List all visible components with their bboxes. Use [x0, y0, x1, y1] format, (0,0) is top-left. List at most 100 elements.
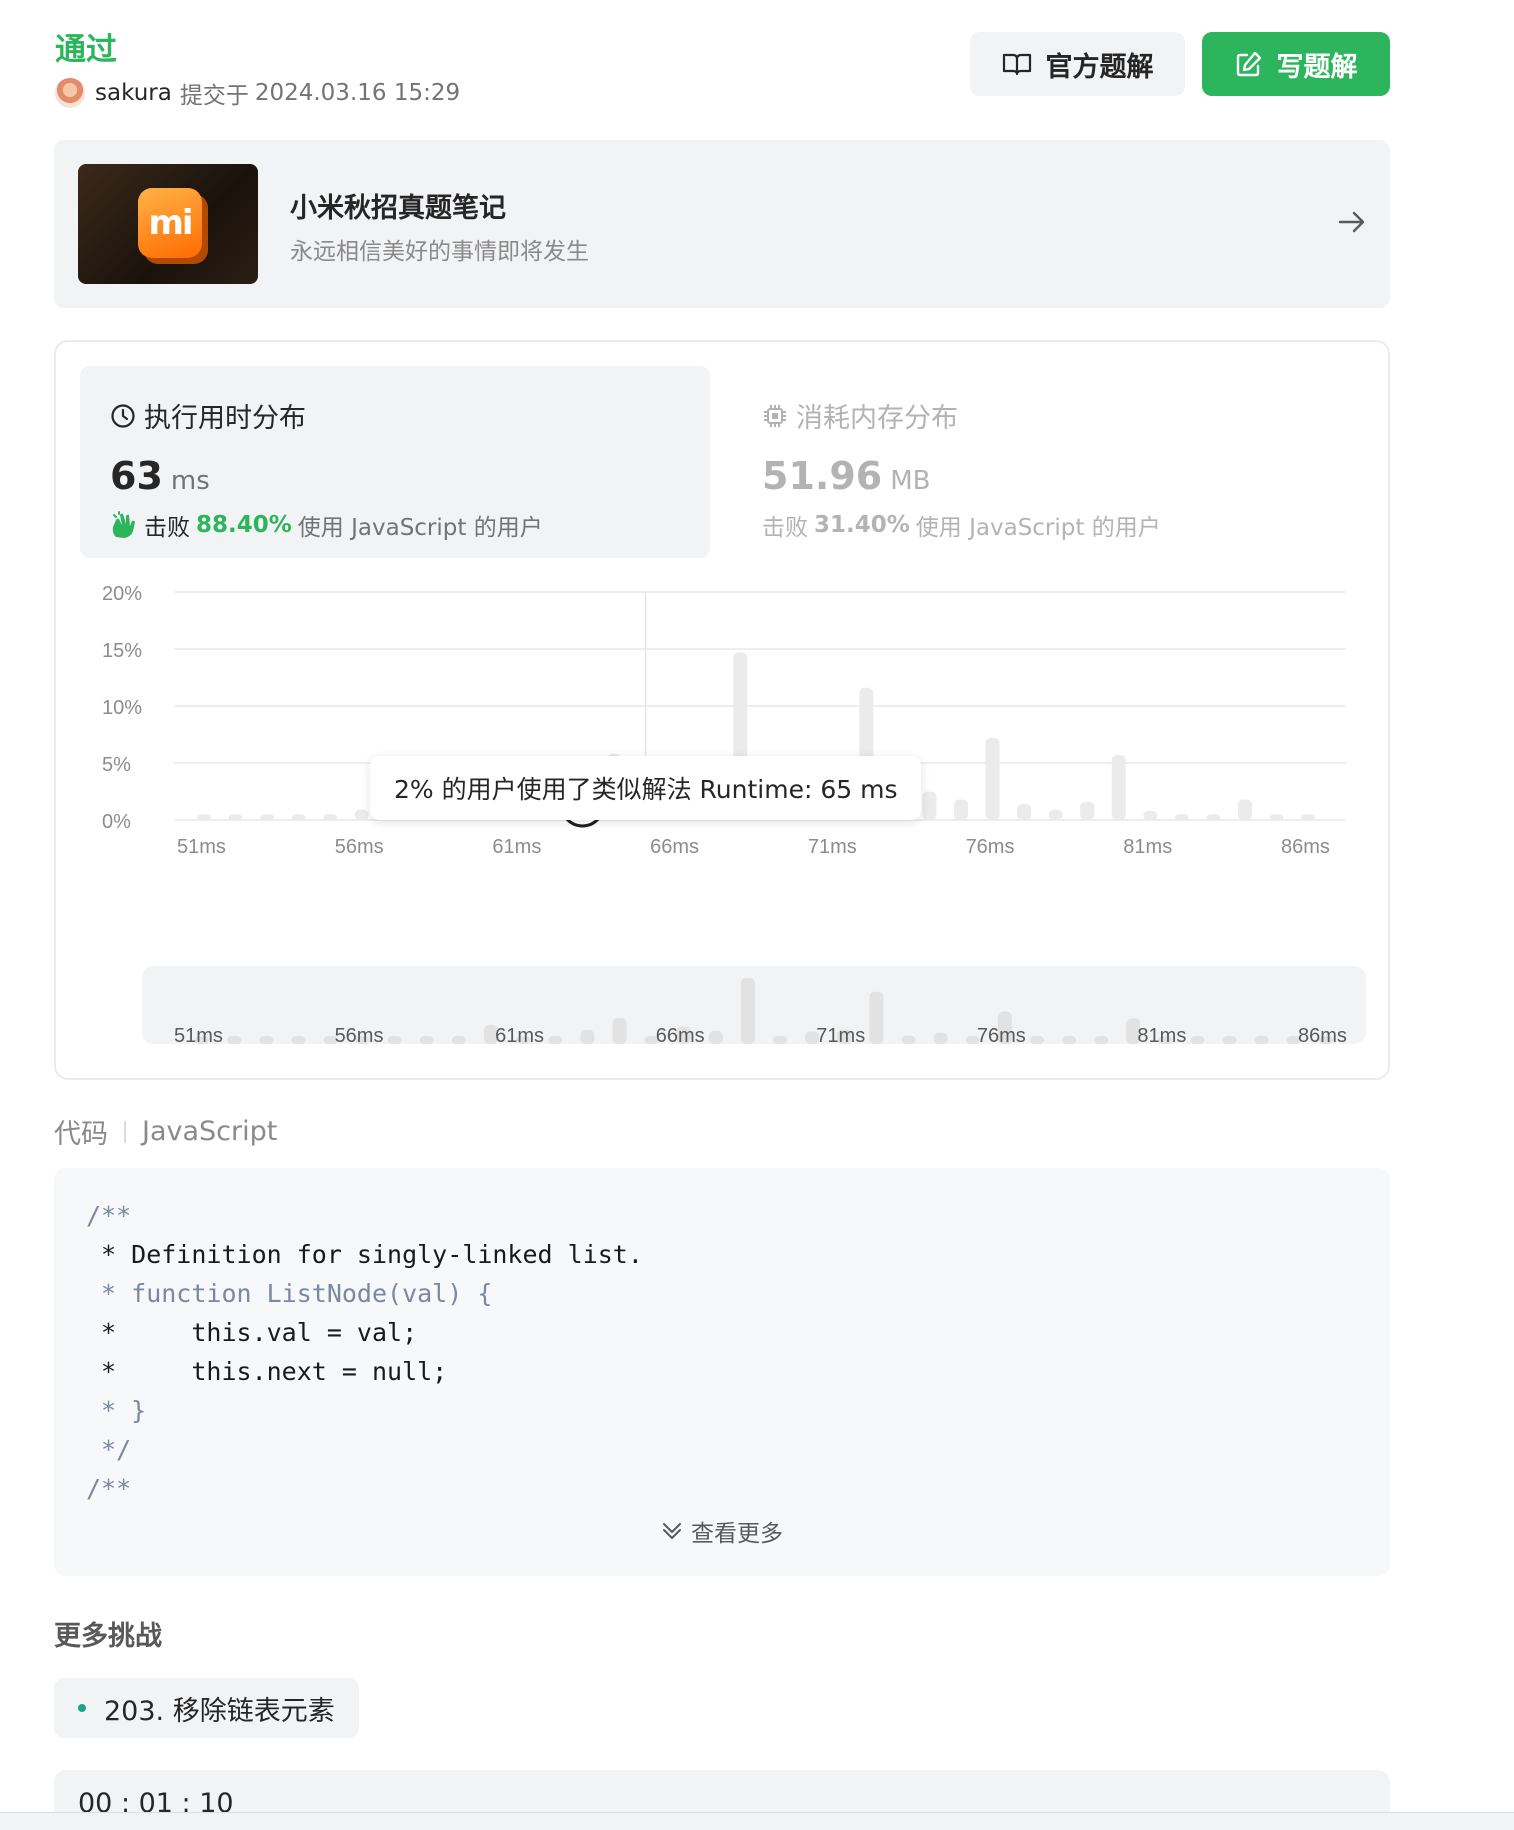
overview-tick-label: 51ms [174, 1025, 223, 1047]
histogram-bar [1080, 801, 1095, 820]
code-lines: /** * Definition for singly-linked list.… [86, 1196, 643, 1508]
runtime-beat-suffix: 使用 JavaScript 的用户 [297, 515, 543, 541]
write-solution-button[interactable]: 写题解 [1202, 32, 1390, 96]
runtime-beat-pct: 88.40% [196, 512, 292, 538]
x-tick-label: 86ms [1281, 836, 1330, 858]
histogram-bar [922, 791, 937, 820]
histogram-bar [1206, 814, 1221, 821]
code-line: /** [86, 1201, 132, 1230]
chevron-double-down-icon [663, 1523, 681, 1539]
runtime-tab[interactable]: 执行用时分布 63 ms 击败 88.40% 使用 JavaScript 的用户 [80, 366, 710, 558]
memory-value: 51.96 MB [762, 454, 930, 498]
y-tick-label: 0% [102, 811, 131, 833]
memory-title: 消耗内存分布 [762, 396, 958, 435]
runtime-distribution-chart[interactable]: 0% 5% 10% 15% 20% 51ms 56ms 61ms 66ms 71ms 76ms 81m… [56, 572, 1392, 1072]
official-solution-button[interactable]: 官方题解 [970, 32, 1185, 96]
memory-tab[interactable]: 消耗内存分布 51.96 MB 击败 31.40% 使用 JavaScript … [732, 366, 1332, 558]
overview-bar [291, 1036, 306, 1044]
challenge-label: 203. 移除链表元素 [104, 1695, 335, 1727]
arrow-right-icon [1338, 211, 1365, 233]
runtime-value: 63 ms [110, 454, 210, 498]
chart-tooltip: 2% 的用户使用了类似解法 Runtime: 65 ms [370, 756, 922, 820]
overview-bar [419, 1036, 434, 1044]
runtime-beat-prefix: 击败 [144, 515, 190, 541]
overview-bar [773, 1036, 788, 1044]
code-line: * this.next = null; [86, 1357, 448, 1386]
user-name[interactable]: sakura [95, 80, 172, 106]
code-line: * function ListNode(val) { [86, 1279, 493, 1308]
histogram-bar [1048, 809, 1063, 820]
book-icon [1002, 53, 1031, 76]
runtime-number: 63 [110, 454, 163, 498]
overview-tick-label: 66ms [656, 1025, 705, 1047]
overview-tick-label: 76ms [977, 1025, 1026, 1047]
memory-title-text: 消耗内存分布 [796, 403, 958, 434]
write-solution-label: 写题解 [1276, 51, 1358, 83]
overview-tick-label: 81ms [1137, 1025, 1186, 1047]
show-more-button[interactable]: 查看更多 [54, 1514, 1390, 1548]
x-tick-label: 66ms [650, 836, 699, 858]
histogram-bar [985, 737, 1000, 820]
code-header: 代码 JavaScript [54, 1112, 277, 1151]
memory-beat-pct: 31.40% [814, 512, 910, 538]
stats-card: 执行用时分布 63 ms 击败 88.40% 使用 JavaScript 的用户… [54, 340, 1390, 1080]
overview-bar [901, 1035, 916, 1044]
overview-bar [387, 1036, 402, 1044]
histogram-bar [1301, 814, 1315, 821]
clock-icon [111, 403, 135, 428]
histogram-bar [1174, 814, 1189, 821]
histogram-bar [1269, 814, 1284, 821]
histogram-bar [1017, 804, 1032, 820]
banner-image: mi [78, 164, 258, 284]
y-tick-label: 10% [102, 697, 142, 719]
banner-title: 小米秋招真题笔记 [290, 193, 506, 224]
code-line: * this.val = val; [86, 1318, 418, 1347]
memory-beat: 击败 31.40% 使用 JavaScript 的用户 [762, 508, 1161, 542]
difficulty-dot [78, 1704, 86, 1712]
chip-icon [764, 404, 786, 427]
histogram-bar [228, 814, 243, 821]
overview-bar [1190, 1036, 1205, 1044]
code-label: 代码 [54, 1119, 108, 1150]
histogram-bar [197, 814, 211, 821]
avatar[interactable] [55, 78, 85, 108]
code-line: */ [86, 1435, 132, 1464]
banner-subtitle: 永远相信美好的事情即将发生 [290, 239, 589, 265]
code-block: /** * Definition for singly-linked list.… [54, 1168, 1390, 1576]
official-solution-label: 官方题解 [1045, 51, 1154, 83]
code-line: * } [86, 1396, 147, 1425]
x-tick-label: 51ms [177, 836, 226, 858]
histogram-bar [323, 814, 338, 821]
overview-bar [259, 1036, 274, 1044]
histogram-bar [1237, 799, 1252, 820]
y-tick-label: 15% [102, 640, 142, 662]
overview-bar [612, 1017, 627, 1044]
code-header-divider [124, 1120, 126, 1143]
runtime-title-text: 执行用时分布 [144, 403, 306, 434]
memory-number: 51.96 [762, 454, 883, 498]
overview-bar [1029, 1036, 1044, 1044]
x-tick-label: 61ms [492, 836, 541, 858]
runtime-unit: ms [170, 466, 210, 496]
x-tick-label: 76ms [966, 836, 1015, 858]
more-challenges-title: 更多挑战 [54, 1621, 162, 1652]
code-line: /** [86, 1474, 132, 1503]
overview-bar [580, 1030, 595, 1044]
x-tick-label: 56ms [335, 836, 384, 858]
histogram-bar [291, 814, 306, 821]
edit-icon [1236, 51, 1261, 77]
overview-bar [1254, 1035, 1269, 1044]
memory-unit: MB [890, 466, 931, 496]
submitter-info: sakura 提交于 2024.03.16 15:29 [55, 76, 460, 110]
overview-bar [933, 1032, 948, 1044]
memory-beat-prefix: 击败 [762, 515, 808, 541]
promo-banner[interactable]: mi 小米秋招真题笔记 永远相信美好的事情即将发生 [54, 140, 1390, 308]
overview-bar [1094, 1036, 1109, 1044]
bottom-bar [0, 1812, 1514, 1830]
challenge-item[interactable]: 203. 移除链表元素 [54, 1678, 359, 1738]
overview-tick-label: 56ms [335, 1025, 384, 1047]
histogram-bar [954, 799, 969, 820]
histogram-bar [1143, 810, 1158, 820]
overview-tick-label: 61ms [495, 1025, 544, 1047]
overview-tick-label: 86ms [1298, 1025, 1347, 1047]
